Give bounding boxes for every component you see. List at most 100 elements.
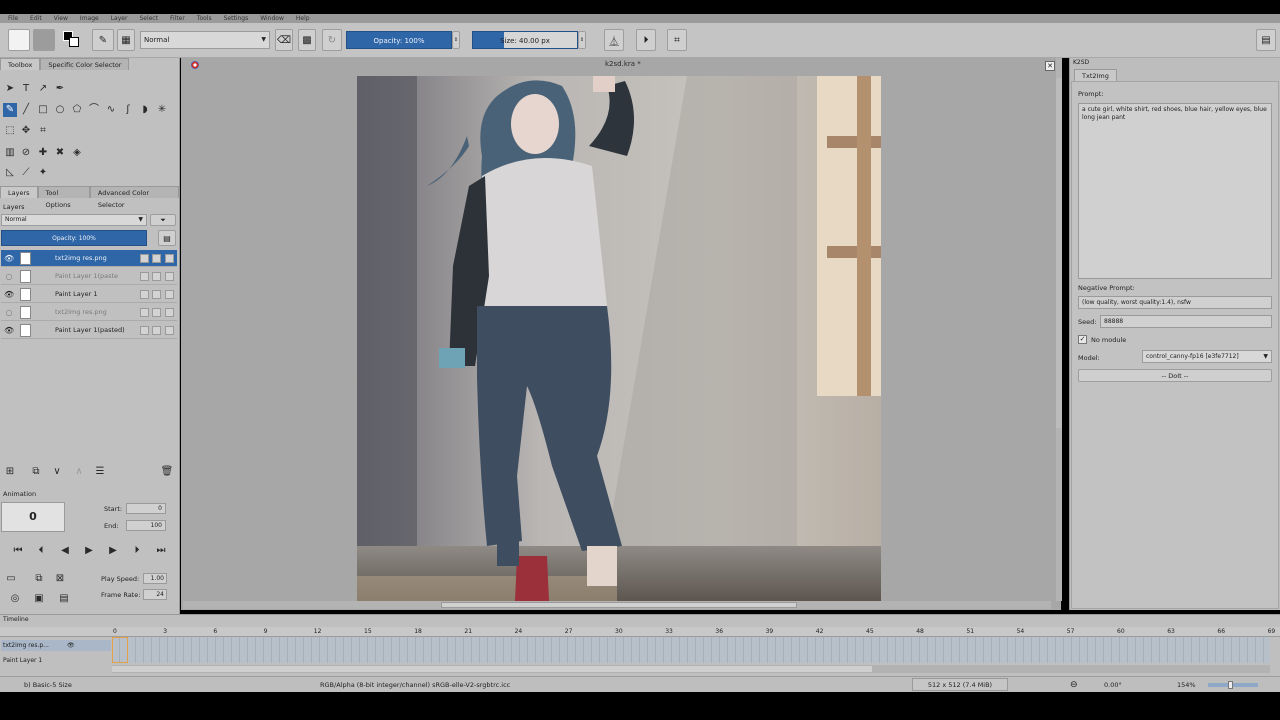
close-document-icon[interactable]: ✕ <box>1045 61 1055 71</box>
timeline-scrollbar[interactable] <box>112 665 1270 673</box>
inherit-alpha-icon[interactable] <box>165 308 174 317</box>
lock-icon[interactable] <box>140 326 149 335</box>
add-layer-icon[interactable]: ⊞ <box>3 465 17 479</box>
gradient-tool-icon[interactable]: ▥ <box>3 146 17 160</box>
menu-item-file[interactable]: File <box>8 14 18 23</box>
size-spin[interactable]: ⇕ <box>578 31 586 49</box>
eye-icon[interactable]: 👁 <box>4 286 14 303</box>
brush-presets-grid-icon[interactable]: ▦ <box>117 29 135 51</box>
delete-layer-icon[interactable]: 🗑 <box>160 465 174 479</box>
tab-layers[interactable]: Layers <box>0 186 38 198</box>
eye-icon[interactable]: 👁 <box>4 322 14 339</box>
timeline-row-1[interactable]: txt2img res.p... 👁 <box>1 640 111 651</box>
inherit-alpha-icon[interactable] <box>165 326 174 335</box>
eraser-mode-icon[interactable]: ⌫ <box>275 29 293 51</box>
mirror-vertical-icon[interactable]: ⏵ <box>636 29 656 51</box>
pattern-preset-button[interactable] <box>33 29 55 51</box>
remove-keyframe-icon[interactable]: ⊠ <box>53 572 67 586</box>
freehand-path-icon[interactable]: ʃ <box>121 103 135 117</box>
blend-mode-select[interactable]: Normal ▼ <box>140 31 270 49</box>
menu-item-filter[interactable]: Filter <box>170 14 185 23</box>
eye-icon[interactable]: 👁 <box>4 250 14 267</box>
play-speed-field[interactable]: 1.00 <box>143 573 167 584</box>
menu-item-select[interactable]: Select <box>139 14 158 23</box>
gradient-preset-button[interactable] <box>8 29 30 51</box>
vertical-scrollbar[interactable] <box>1056 58 1062 601</box>
timeline-frames-grid[interactable] <box>112 637 1270 663</box>
seed-input[interactable]: 88888 <box>1100 315 1272 328</box>
model-select[interactable]: control_canny-fp16 [e3fe7712] ▼ <box>1142 350 1272 363</box>
horizontal-scrollbar[interactable] <box>183 601 1051 609</box>
timeline-row-2[interactable]: Paint Layer 1 <box>1 657 111 665</box>
status-rotation[interactable]: 0.00° <box>1104 677 1122 693</box>
duplicate-keyframe-icon[interactable]: ⧉ <box>32 572 46 586</box>
audio-icon[interactable]: ▣ <box>32 592 46 606</box>
reference-tool-icon[interactable]: ✦ <box>36 166 50 180</box>
lock-icon[interactable] <box>140 272 149 281</box>
lock-icon[interactable] <box>140 254 149 263</box>
smart-patch-icon[interactable]: ✚ <box>36 146 50 160</box>
layer-opacity-slider[interactable]: Opacity: 100% <box>1 230 147 246</box>
fill-tool-icon[interactable]: ◈ <box>70 146 84 160</box>
prev-frame-icon[interactable]: ◀ <box>58 544 72 558</box>
layer-filter-icon[interactable]: ⏷ <box>150 214 176 226</box>
frame-rate-field[interactable]: 24 <box>143 589 167 600</box>
tab-specific-color-selector[interactable]: Specific Color Selector <box>40 58 130 70</box>
dynamic-brush-icon[interactable]: ◗ <box>138 103 152 117</box>
current-frame-marker[interactable] <box>112 637 128 663</box>
menu-item-tools[interactable]: Tools <box>197 14 212 23</box>
alpha-lock-icon[interactable] <box>152 272 161 281</box>
no-module-checkbox[interactable]: ✓ <box>1078 335 1087 344</box>
tab-toolbox[interactable]: Toolbox <box>0 58 41 70</box>
add-keyframe-icon[interactable]: ▭ <box>4 572 18 586</box>
inherit-alpha-icon[interactable] <box>165 272 174 281</box>
doit-button[interactable]: -- DoIt -- <box>1078 369 1272 382</box>
inherit-alpha-icon[interactable] <box>165 254 174 263</box>
alpha-lock-icon[interactable] <box>152 308 161 317</box>
opacity-spin[interactable]: ⇕ <box>452 31 460 49</box>
tab-tool-options[interactable]: Tool Options <box>37 186 90 209</box>
start-frame-field[interactable]: 0 <box>126 503 166 514</box>
layer-row[interactable]: ○ txt2img res.png <box>1 304 177 321</box>
move-layer-down-icon[interactable]: ∨ <box>50 465 64 479</box>
eye-hidden-icon[interactable]: ○ <box>4 268 14 285</box>
inherit-alpha-icon[interactable] <box>165 290 174 299</box>
fg-bg-color-swatch[interactable] <box>61 29 83 51</box>
measure-tool-icon[interactable]: ⟋ <box>19 166 33 180</box>
brush-preset-icon[interactable]: ✎ <box>92 29 114 51</box>
layer-blend-select[interactable]: Normal ▼ <box>1 214 147 226</box>
crop-tool-icon[interactable]: ⌗ <box>36 124 50 138</box>
reload-preset-icon[interactable]: ↻ <box>322 29 342 51</box>
layer-row[interactable]: 👁 txt2img res.png <box>1 250 177 267</box>
transform-tool-icon[interactable]: ⬚ <box>3 124 17 138</box>
move-layer-up-icon[interactable]: ∧ <box>72 465 86 479</box>
menu-item-edit[interactable]: Edit <box>30 14 42 23</box>
bezier-tool-icon[interactable]: ∿ <box>104 103 118 117</box>
next-keyframe-icon[interactable]: ⏵ <box>130 544 144 558</box>
prev-keyframe-icon[interactable]: ⏴ <box>34 544 48 558</box>
ellipse-tool-icon[interactable]: ○ <box>53 103 67 117</box>
first-frame-icon[interactable]: ⏮ <box>11 544 25 558</box>
menu-item-settings[interactable]: Settings <box>224 14 249 23</box>
layer-row[interactable]: 👁 Paint Layer 1(pasted) <box>1 322 177 339</box>
drop-frames-icon[interactable]: ▤ <box>57 592 71 606</box>
layer-properties-icon[interactable]: ▤ <box>158 230 176 246</box>
calligraphy-icon[interactable]: ✒ <box>53 82 67 96</box>
lock-icon[interactable] <box>140 290 149 299</box>
lock-icon[interactable] <box>140 308 149 317</box>
negative-prompt-input[interactable]: (low quality, worst quality:1.4), nsfw <box>1078 296 1272 309</box>
alpha-lock-icon[interactable] <box>152 326 161 335</box>
tab-advanced-color-selector[interactable]: Advanced Color Selector <box>89 186 179 209</box>
rectangle-tool-icon[interactable]: □ <box>36 103 50 117</box>
assistant-tool-icon[interactable]: ◺ <box>3 166 17 180</box>
move-tool-icon[interactable]: ✥ <box>19 124 33 138</box>
mirror-horizontal-icon[interactable]: ⏅ <box>604 29 624 51</box>
colorize-mask-icon[interactable]: ✖ <box>53 146 67 160</box>
select-shapes-icon[interactable]: ➤ <box>3 82 17 96</box>
status-image-size[interactable]: 512 x 512 (7.4 MiB) <box>912 678 1008 691</box>
multibrush-icon[interactable]: ✳ <box>155 103 169 117</box>
tab-txt2img[interactable]: Txt2Img <box>1074 69 1117 81</box>
onion-skin-icon[interactable]: ◎ <box>8 592 22 606</box>
status-zoom[interactable]: 154% <box>1177 677 1196 693</box>
current-frame-field[interactable]: 0 <box>1 502 65 532</box>
